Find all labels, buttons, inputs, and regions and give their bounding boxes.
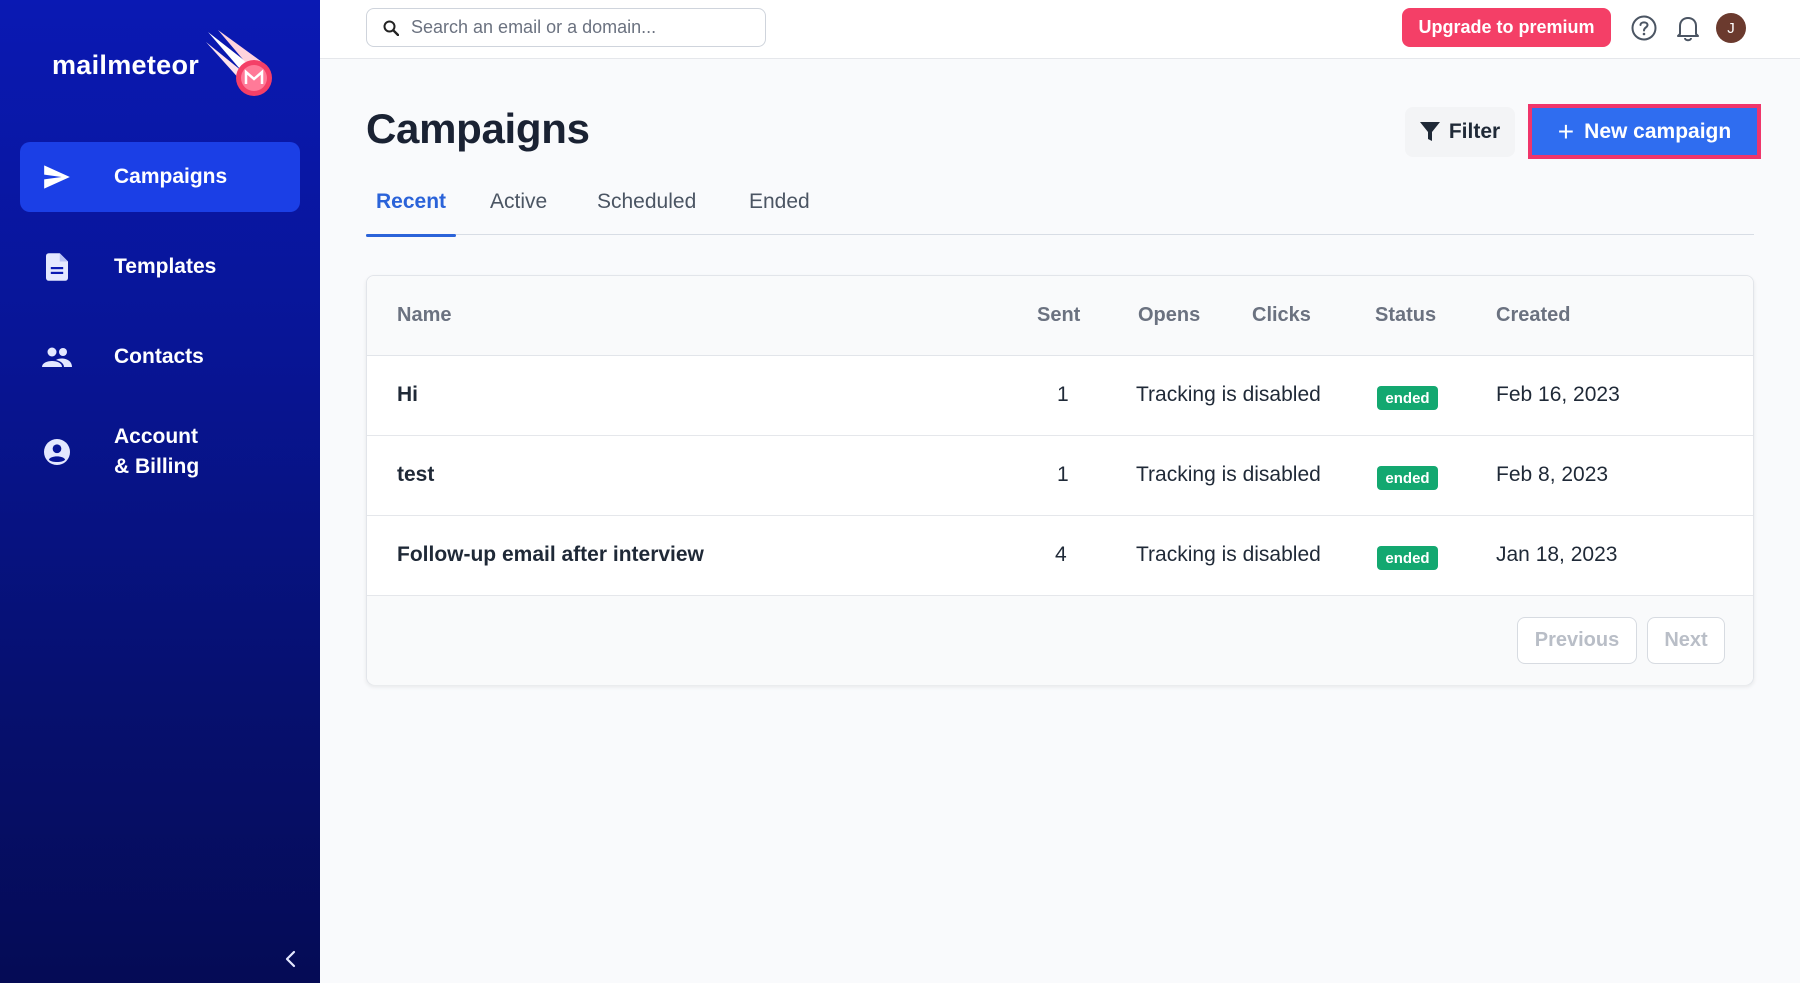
page-title: Campaigns xyxy=(366,105,590,152)
table-footer: Previous Next xyxy=(367,596,1753,685)
topbar: Upgrade to premium J xyxy=(320,0,1800,59)
document-icon xyxy=(40,250,74,284)
sidebar-item-contacts[interactable]: Contacts xyxy=(20,322,300,392)
brand-name: mailmeteor xyxy=(52,50,200,80)
sidebar-item-templates[interactable]: Templates xyxy=(20,232,300,302)
status-badge: ended xyxy=(1377,546,1438,570)
filter-label: Filter xyxy=(1448,120,1501,143)
filter-button[interactable]: Filter xyxy=(1405,107,1515,157)
column-header-name[interactable]: Name xyxy=(397,304,451,327)
created-date: Feb 16, 2023 xyxy=(1496,383,1620,406)
people-icon xyxy=(40,340,74,374)
tab-scheduled[interactable]: Scheduled xyxy=(597,190,696,235)
help-icon[interactable] xyxy=(1631,15,1657,41)
sent-count: 1 xyxy=(1057,383,1069,406)
tab-active[interactable]: Active xyxy=(490,190,547,235)
meteor-logo-icon xyxy=(206,30,272,96)
campaign-name[interactable]: test xyxy=(397,463,434,487)
brand-logo[interactable]: mailmeteor xyxy=(52,30,272,96)
previous-page-button[interactable]: Previous xyxy=(1517,617,1637,664)
search-box[interactable] xyxy=(366,8,766,47)
tracking-status: Tracking is disabled xyxy=(1136,543,1321,566)
table-row[interactable]: test 1 Tracking is disabled ended Feb 8,… xyxy=(367,436,1753,516)
sidebar-item-campaigns[interactable]: Campaigns xyxy=(20,142,300,212)
tracking-status: Tracking is disabled xyxy=(1136,463,1321,486)
tab-recent[interactable]: Recent xyxy=(365,190,457,237)
label-line-1: Account xyxy=(114,425,198,448)
filter-icon xyxy=(1419,122,1440,141)
column-header-sent[interactable]: Sent xyxy=(1037,304,1080,327)
campaign-name[interactable]: Hi xyxy=(397,383,418,407)
tracking-status: Tracking is disabled xyxy=(1136,383,1321,406)
new-campaign-label: New campaign xyxy=(1584,119,1732,143)
send-icon xyxy=(40,160,74,194)
sent-count: 1 xyxy=(1057,463,1069,486)
sidebar-item-label: Account & Billing xyxy=(114,422,199,482)
tab-ended[interactable]: Ended xyxy=(749,190,810,235)
sidebar: mailmeteor Campaigns Templates Contacts … xyxy=(0,0,320,983)
column-header-created[interactable]: Created xyxy=(1496,304,1570,327)
plus-icon: + xyxy=(1557,115,1575,147)
sidebar-item-account-billing[interactable]: Account & Billing xyxy=(20,412,300,492)
search-icon xyxy=(383,20,399,36)
search-input[interactable] xyxy=(411,17,751,38)
column-header-status[interactable]: Status xyxy=(1375,304,1436,327)
status-badge: ended xyxy=(1377,386,1438,410)
column-header-clicks[interactable]: Clicks xyxy=(1252,304,1311,327)
created-date: Jan 18, 2023 xyxy=(1496,543,1618,566)
notification-bell-icon[interactable] xyxy=(1675,14,1701,42)
campaigns-table: Name Sent Opens Clicks Status Created Hi… xyxy=(366,275,1754,685)
sidebar-item-label: Contacts xyxy=(114,345,204,368)
status-badge: ended xyxy=(1377,466,1438,490)
account-circle-icon xyxy=(40,435,74,469)
created-date: Feb 8, 2023 xyxy=(1496,463,1609,486)
table-row[interactable]: Hi 1 Tracking is disabled ended Feb 16, … xyxy=(367,356,1753,436)
upgrade-button[interactable]: Upgrade to premium xyxy=(1402,8,1611,47)
sidebar-item-label: Templates xyxy=(114,255,217,278)
user-avatar[interactable]: J xyxy=(1716,13,1746,43)
table-row[interactable]: Follow-up email after interview 4 Tracki… xyxy=(367,516,1753,596)
chevron-left-icon[interactable] xyxy=(280,948,302,970)
table-header: Name Sent Opens Clicks Status Created xyxy=(367,276,1753,356)
campaign-tabs: Recent Active Scheduled Ended xyxy=(365,190,1754,237)
next-page-button[interactable]: Next xyxy=(1647,617,1725,664)
sidebar-item-label: Campaigns xyxy=(114,165,228,188)
new-campaign-button[interactable]: + New campaign xyxy=(1532,108,1757,155)
new-campaign-highlight: + New campaign xyxy=(1528,104,1761,159)
sent-count: 4 xyxy=(1055,543,1067,566)
column-header-opens[interactable]: Opens xyxy=(1138,304,1200,327)
label-line-2: & Billing xyxy=(114,455,200,478)
sidebar-nav: Campaigns Templates Contacts Account & B… xyxy=(20,142,300,512)
campaign-name[interactable]: Follow-up email after interview xyxy=(397,543,704,567)
